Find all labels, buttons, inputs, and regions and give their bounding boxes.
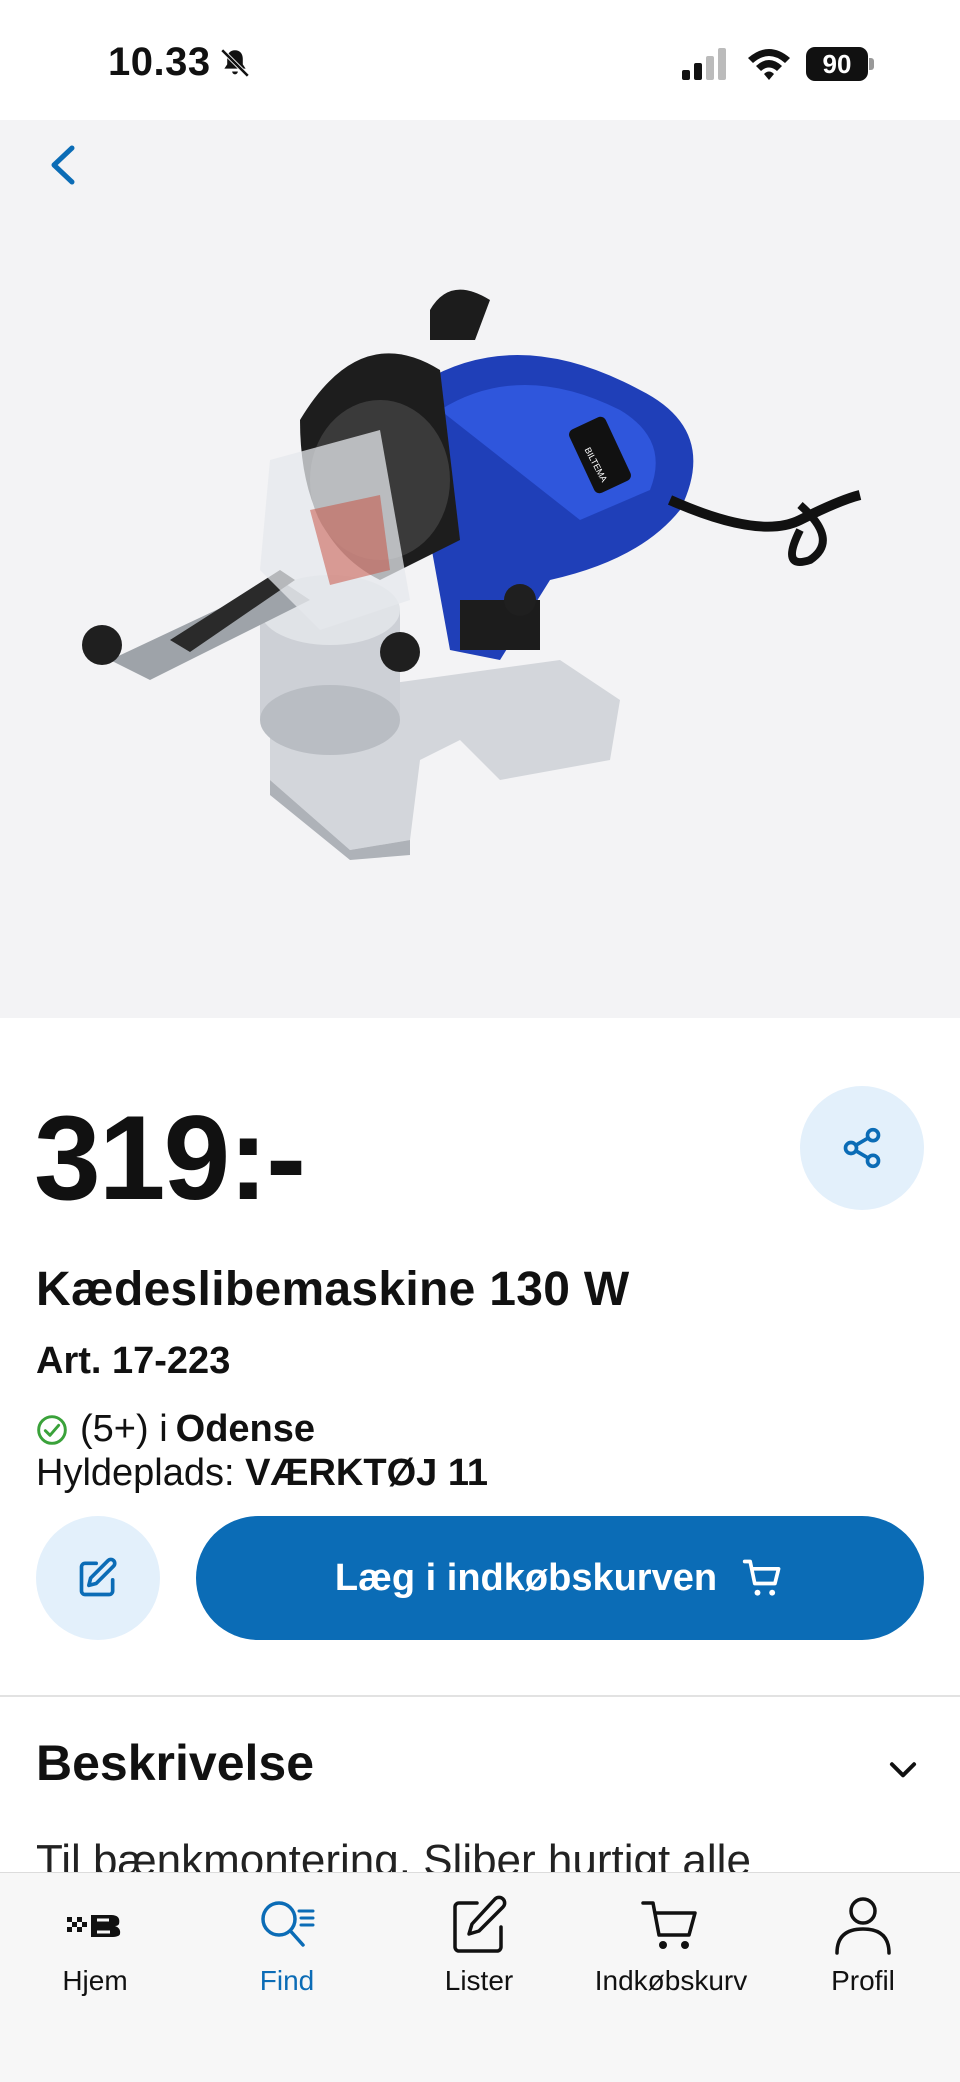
tab-find[interactable]: Find <box>192 1893 382 1997</box>
home-logo-icon <box>67 1915 121 1937</box>
cart-icon <box>641 1901 697 1949</box>
tab-home[interactable]: Hjem <box>0 1893 190 1997</box>
product-image: BILTEMA <box>82 289 862 860</box>
tab-lists-label: Lister <box>444 1965 514 1996</box>
share-button[interactable] <box>800 1086 924 1210</box>
edit-icon <box>79 1557 117 1597</box>
article-number: Art. 17-223 <box>36 1340 231 1382</box>
tab-find-label: Find <box>259 1965 315 1996</box>
chevron-down-icon[interactable] <box>884 1750 922 1788</box>
tab-home-label: Hjem <box>62 1965 128 1996</box>
status-time: 10.33 <box>108 40 211 84</box>
status-bar: 10.33 90 <box>0 0 960 120</box>
shelf-location: Hyldeplads: VÆRKTØJ 11 <box>36 1452 488 1495</box>
product-price: 319:- <box>34 1091 306 1225</box>
add-to-cart-button[interactable]: Læg i indkøbskurven <box>196 1516 924 1640</box>
tab-cart-label: Indkøbskurv <box>594 1965 748 1996</box>
stock-count: (5+) i <box>80 1408 168 1450</box>
tab-cart[interactable]: Indkøbskurv <box>576 1893 766 1997</box>
product-title: Kædeslibemaskine 130 W <box>36 1263 630 1316</box>
stock-city: Odense <box>175 1408 316 1450</box>
profile-icon <box>835 1897 891 1955</box>
battery-level: 90 <box>806 47 868 81</box>
bottom-tab-bar: Hjem Find Lister Indkøbskurv Profil <box>0 1872 960 2082</box>
tab-profile-label: Profil <box>831 1965 895 1996</box>
edit-list-icon <box>453 1895 507 1953</box>
in-stock-check-icon <box>37 1414 67 1445</box>
share-icon <box>843 1127 881 1169</box>
battery-indicator: 90 <box>806 47 874 81</box>
wifi-icon <box>748 49 790 80</box>
section-divider <box>0 1695 960 1697</box>
description-title[interactable]: Beskrivelse <box>36 1734 314 1792</box>
silent-bell-icon <box>220 48 250 78</box>
add-to-list-button[interactable] <box>36 1516 160 1640</box>
back-chevron-icon[interactable] <box>44 140 84 190</box>
description-text: Til bænkmontering. Sliber hurtigt alle <box>36 1836 751 1872</box>
cart-icon <box>742 1559 781 1596</box>
shelf-value: VÆRKTØJ 11 <box>245 1452 488 1494</box>
cellular-signal-icon <box>682 48 726 80</box>
tab-lists[interactable]: Lister <box>384 1893 574 1997</box>
add-to-cart-label: Læg i indkøbskurven <box>334 1556 718 1599</box>
shelf-label: Hyldeplads: <box>36 1452 235 1494</box>
search-icon <box>261 1901 315 1947</box>
tab-profile[interactable]: Profil <box>768 1893 958 1997</box>
stock-status[interactable]: (5+) i Odense <box>36 1408 315 1451</box>
